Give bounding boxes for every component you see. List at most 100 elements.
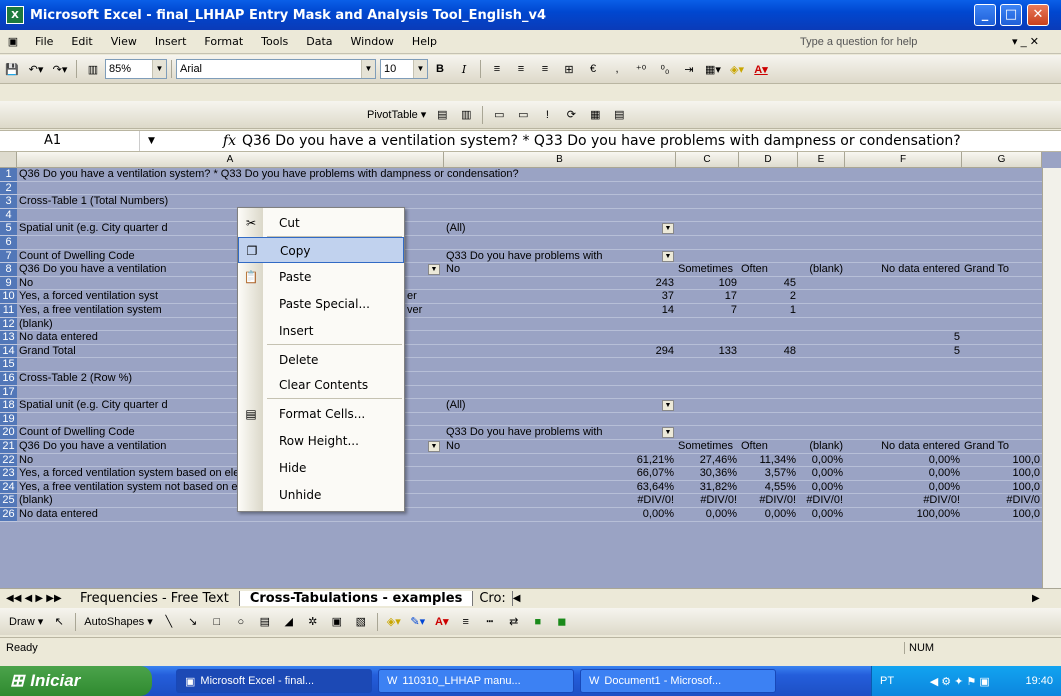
sheet-tab-cross[interactable]: Cro: xyxy=(473,590,513,606)
menu-view[interactable]: View xyxy=(102,35,146,48)
menu-data[interactable]: Data xyxy=(297,35,341,48)
menu-insert[interactable]: Insert xyxy=(146,35,196,48)
clipart-icon[interactable]: ▣ xyxy=(326,611,348,633)
cell-c8[interactable]: Sometimes xyxy=(676,263,739,276)
cell-d22[interactable]: 11,34% xyxy=(739,454,798,467)
start-button[interactable]: ⊞ Iniciar xyxy=(0,666,152,696)
column-header-b[interactable]: B xyxy=(444,152,676,168)
row-header[interactable]: 2 xyxy=(0,181,17,196)
row-field-dropdown-icon[interactable]: ▼ xyxy=(428,441,440,452)
indent-icon[interactable]: ⇥ xyxy=(678,58,700,80)
cell-b10[interactable]: 37 xyxy=(444,290,676,303)
menu-file[interactable]: File xyxy=(26,35,62,48)
cell-c9[interactable]: 109 xyxy=(676,277,739,290)
field-settings-icon[interactable]: ▦ xyxy=(584,104,606,126)
namebox-dropdown-icon[interactable]: ▼ xyxy=(148,136,155,146)
row-header[interactable]: 13 xyxy=(0,331,17,345)
row-field-dropdown-icon[interactable]: ▼ xyxy=(428,264,440,276)
dash-style-icon[interactable]: ┅ xyxy=(479,611,501,633)
doc-window-controls[interactable]: ▾ _ ✕ xyxy=(1012,35,1039,48)
field-list-icon[interactable]: ▤ xyxy=(608,104,630,126)
cell-d21[interactable]: Often xyxy=(739,440,798,453)
align-center-icon[interactable]: ≡ xyxy=(510,58,532,80)
column-header-e[interactable]: E xyxy=(798,152,845,168)
column-header-f[interactable]: F xyxy=(845,152,962,168)
cell-b20[interactable]: Q33 Do you have problems with xyxy=(444,426,669,439)
context-menu-cut[interactable]: ✂ Cut xyxy=(238,210,404,236)
cell-d10[interactable]: 2 xyxy=(739,290,798,303)
column-header-g[interactable]: G xyxy=(962,152,1042,168)
cell-e24[interactable]: 0,00% xyxy=(798,481,845,494)
page-field-dropdown-icon[interactable]: ▼ xyxy=(662,223,674,235)
context-menu-insert[interactable]: Insert xyxy=(238,318,404,344)
row-header[interactable]: 3 xyxy=(0,195,17,209)
row-header[interactable]: 22 xyxy=(0,453,17,468)
row-header[interactable]: 17 xyxy=(0,385,17,400)
italic-button[interactable]: I xyxy=(453,58,475,80)
cell-e8[interactable]: (blank) xyxy=(798,263,845,276)
cell-f22[interactable]: 0,00% xyxy=(845,454,962,467)
arrow-icon[interactable]: ↘ xyxy=(182,611,204,633)
currency-icon[interactable]: € xyxy=(582,58,604,80)
pivot-chart-icon[interactable]: ▥ xyxy=(455,104,477,126)
cell-c23[interactable]: 30,36% xyxy=(676,467,739,480)
decrease-decimal-icon[interactable]: ⁰₀ xyxy=(654,58,676,80)
cell-c26[interactable]: 0,00% xyxy=(676,508,739,521)
menu-edit[interactable]: Edit xyxy=(62,35,101,48)
row-header[interactable]: 4 xyxy=(0,208,17,223)
language-indicator[interactable]: PT xyxy=(880,675,894,687)
cell-d26[interactable]: 0,00% xyxy=(739,508,798,521)
context-menu-format-cells[interactable]: ▤ Format Cells... xyxy=(238,401,404,427)
cell-b23[interactable]: 66,07% xyxy=(444,467,676,480)
scroll-left-arrow[interactable]: ◀ xyxy=(513,593,525,604)
task-word-document1[interactable]: W Document1 - Microsof... xyxy=(580,669,776,693)
spreadsheet-grid[interactable]: A B C D E F G 1 Q36 Do you have a ventilation sy… xyxy=(0,152,1061,588)
arrow-style-icon[interactable]: ⇄ xyxy=(503,611,525,633)
cell-d25[interactable]: #DIV/0! xyxy=(739,494,798,507)
row-header[interactable]: 7 xyxy=(0,249,17,264)
font-size-select[interactable]: 10 ▼ xyxy=(380,59,428,79)
row-header[interactable]: 24 xyxy=(0,480,17,495)
sheet-tab-frequencies[interactable]: Frequencies - Free Text xyxy=(70,590,240,606)
menu-window[interactable]: Window xyxy=(342,35,403,48)
fill-color-icon[interactable]: ◈▾ xyxy=(726,58,748,80)
zoom-select[interactable]: 85% ▼ xyxy=(105,59,167,79)
row-header[interactable]: 21 xyxy=(0,440,17,454)
cell-f21[interactable]: No data entered xyxy=(845,440,962,453)
context-menu-copy[interactable]: ❐ Copy xyxy=(238,237,404,263)
task-word-manual[interactable]: W 110310_LHHAP manu... xyxy=(378,669,574,693)
fx-icon[interactable]: fx xyxy=(223,133,236,149)
3d-icon[interactable]: ◼ xyxy=(551,611,573,633)
cell-g26[interactable]: 100,0 xyxy=(962,508,1042,521)
row-header[interactable]: 5 xyxy=(0,222,17,236)
line-icon[interactable]: ╲ xyxy=(158,611,180,633)
column-field-dropdown-icon[interactable]: ▼ xyxy=(662,427,674,439)
minimize-button[interactable]: _ xyxy=(974,4,996,26)
context-menu-hide[interactable]: Hide xyxy=(238,455,404,481)
task-excel[interactable]: ▣ Microsoft Excel - final... xyxy=(176,669,372,693)
cell-g21[interactable]: Grand To xyxy=(962,440,1042,453)
help-search-input[interactable]: Type a question for help xyxy=(800,36,917,48)
refresh-data-icon[interactable]: ⟳ xyxy=(560,104,582,126)
name-box[interactable]: A1 xyxy=(0,131,140,151)
row-header[interactable]: 15 xyxy=(0,358,17,372)
comma-style-icon[interactable]: , xyxy=(606,58,628,80)
column-header-a[interactable]: A xyxy=(17,152,444,168)
cell-c25[interactable]: #DIV/0! xyxy=(676,494,739,507)
cell-f13[interactable]: 5 xyxy=(845,331,962,344)
column-header-c[interactable]: C xyxy=(676,152,739,168)
cell-d24[interactable]: 4,55% xyxy=(739,481,798,494)
maximize-button[interactable]: □ xyxy=(1000,4,1022,26)
rectangle-icon[interactable]: □ xyxy=(206,611,228,633)
autoshapes-menu[interactable]: AutoShapes ▾ xyxy=(81,611,156,633)
bold-button[interactable]: B xyxy=(429,58,451,80)
cell-d23[interactable]: 3,57% xyxy=(739,467,798,480)
cell-d8[interactable]: Often xyxy=(739,263,798,276)
cell-g25[interactable]: #DIV/0 xyxy=(962,494,1042,507)
font-select[interactable]: Arial ▼ xyxy=(176,59,376,79)
cell-b8[interactable]: No xyxy=(444,263,676,276)
cell-b26[interactable]: 0,00% xyxy=(444,508,676,521)
format-report-icon[interactable]: ▤ xyxy=(431,104,453,126)
tray-icons[interactable]: ◀ ⚙ ✦ ⚑ ▣ xyxy=(930,675,990,688)
align-left-icon[interactable]: ≡ xyxy=(486,58,508,80)
